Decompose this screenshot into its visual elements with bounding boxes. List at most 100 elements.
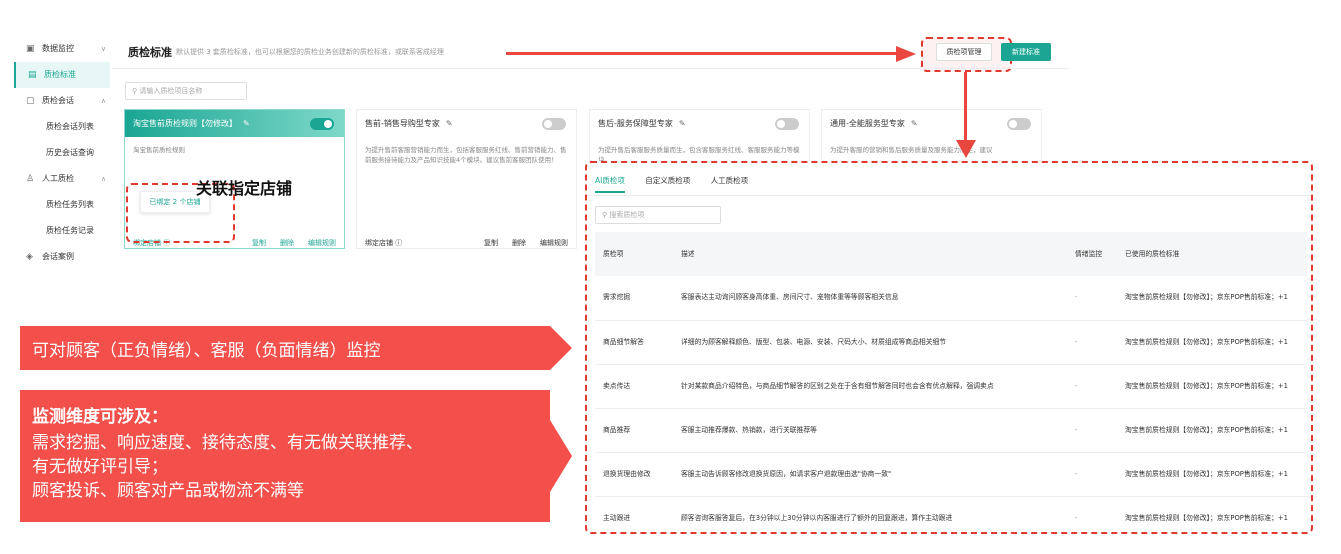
page-subtitle: 默认提供 3 套质检标准，也可以根据您的质检业务创建新的质检标准，或联系客成经理 [176,48,444,56]
tab-divider [587,195,1311,196]
edit-icon[interactable]: ✎ [679,119,686,128]
cell-used: 淘宝售前质检规则【勿修改】；京东POP售前标准；+1 [1125,293,1288,302]
tab-manual-qc[interactable]: 人工质检项 [711,175,749,191]
edit-icon[interactable]: ✎ [911,119,918,128]
enable-toggle[interactable] [1007,118,1031,130]
cell-emotion: - [1075,293,1078,302]
sidebar-item-session-list[interactable]: 质检会话列表 [14,114,110,140]
sidebar-item-history-query[interactable]: 历史会话查询 [14,140,110,166]
annotation-banner-text: 可对顾客（正负情绪）、客服（负面情绪）监控 [32,341,381,361]
edit-icon[interactable]: ✎ [243,119,250,128]
annotation-bind-shop: 关联指定店铺 [196,179,293,198]
user-icon: ♙ [26,174,35,184]
monitor-icon: ▣ [26,44,35,54]
cell-desc: 客服表达主动询问顾客身高体重、房间尺寸、宠物体重等等顾客相关信息 [681,293,899,302]
cell-item: 退换货理由修改 [603,469,651,478]
annotation-banner-heading: 监测维度可涉及： [32,407,168,427]
cell-emotion: - [1075,469,1078,478]
sidebar: ▣ 数据监控 ∨ ▤ 质检标准 ▢ 质检会话 ∧ 质检会话列表 历史会话查询 ♙… [14,36,110,270]
enable-toggle[interactable] [775,118,799,130]
enable-toggle[interactable] [310,118,334,130]
cell-desc: 客服主动推荐爆款、热销款，进行关联推荐等 [681,425,817,434]
cell-item: 需求挖掘 [603,293,631,302]
qc-item-search-input[interactable]: ⚲ 搜索质检项 [595,206,721,224]
enable-toggle[interactable] [542,118,566,130]
annotation-banner-emotion: 可对顾客（正负情绪）、客服（负面情绪）监控 [20,326,572,370]
card-header: 售后-服务保障型专家 ✎ [590,110,809,137]
header-divider [112,68,1068,69]
annotation-banner-line: 顾客投诉、顾客对产品或物流不满等 [32,481,304,501]
sidebar-item-session-cases[interactable]: ◈ 会话案例 [14,244,110,270]
bind-shop-link[interactable]: 绑定店铺 ⓘ [365,238,402,248]
cell-item: 卖点传达 [603,381,631,390]
cell-emotion: - [1075,425,1078,434]
tab-custom-qc[interactable]: 自定义质检项 [645,175,690,191]
cell-used: 淘宝售前质检规则【勿修改】；京东POP售前标准；+1 [1125,425,1288,434]
column-header: 描述 [681,249,695,258]
tab-ai-qc[interactable]: AI质检项 [595,175,625,193]
sidebar-item-task-record[interactable]: 质检任务记录 [14,218,110,244]
sidebar-item-data-monitor[interactable]: ▣ 数据监控 ∨ [14,36,110,62]
annotation-banner-dimensions: 监测维度可涉及： 需求挖掘、响应速度、接待态度、有无做关联推荐、 有无做好评引导… [20,390,572,522]
cell-desc: 顾客咨询客服答复后，在3分钟以上30分钟以内客服进行了额外的回复跟进，算作主动跟… [681,513,953,522]
card-actions: 复制 删除 编辑规则 [238,238,336,248]
qc-item-manage-button[interactable]: 质检项管理 [936,43,992,61]
card-header: 售前-销售导购型专家 ✎ [357,110,576,137]
delete-button[interactable]: 删除 [512,239,526,247]
cell-used: 淘宝售前质检规则【勿修改】；京东POP售前标准；+1 [1125,513,1288,522]
cell-item: 商品推荐 [603,425,631,434]
sidebar-item-qc-session[interactable]: ▢ 质检会话 ∧ [14,88,110,114]
table-row[interactable]: 需求挖掘 客服表达主动询问顾客身高体重、房间尺寸、宠物体重等等顾客相关信息 - … [595,276,1307,320]
arrow-down [964,72,967,142]
new-standard-button[interactable]: 新建标准 [1001,43,1051,61]
chevron-up-icon: ∧ [100,175,106,183]
card-header: 淘宝售前质检规则【勿修改】 ✎ [125,110,344,137]
card-header: 通用-全能服务型专家 ✎ [822,110,1041,137]
standard-card[interactable]: 售前-销售导购型专家 ✎ 为提升售前客服营销能力而生，包括客服服务红线、售前营销能… [356,109,577,249]
cell-item: 主动跟进 [603,513,631,522]
table-header-row: 质检项 描述 情绪监控 已使用的质检标准 [595,232,1307,276]
delete-button[interactable]: 删除 [280,239,294,247]
cell-desc: 客服主动告诉顾客修改退换货原因，如请求客户退款理由选"协商一致" [681,469,892,478]
column-header: 情绪监控 [1075,249,1103,258]
edit-icon[interactable]: ✎ [446,119,453,128]
cell-desc: 针对某款商品介绍特色，与商品细节解答的区别之处在于含有细节解答同时也会含有优点解… [681,381,994,390]
page-title: 质检标准 [128,46,172,59]
table-row[interactable]: 商品推荐 客服主动推荐爆款、热销款，进行关联推荐等 - 淘宝售前质检规则【勿修改… [595,408,1307,452]
sidebar-item-task-list[interactable]: 质检任务列表 [14,192,110,218]
edit-rule-button[interactable]: 编辑规则 [308,239,336,247]
cell-desc: 详细的为顾客解释颜色、版型、包装、电源、安装、尺码大小、材质组成等商品相关细节 [681,337,947,346]
table-row[interactable]: 退换货理由修改 客服主动告诉顾客修改退换货原因，如请求客户退款理由选"协商一致"… [595,452,1307,496]
sidebar-item-manual-qc[interactable]: ♙ 人工质检 ∧ [14,166,110,192]
chat-icon: ▢ [26,96,35,106]
cell-emotion: - [1075,381,1078,390]
qc-item-table: 质检项 描述 情绪监控 已使用的质检标准 需求挖掘 客服表达主动询问顾客身高体重… [595,232,1307,532]
qc-search-input[interactable]: ⚲ 请输入质检项目名称 [125,82,247,100]
card-actions: 复制 删除 编辑规则 [470,238,568,248]
arrow-down-head [956,140,976,158]
annotation-banner-line: 有无做好评引导； [32,457,168,477]
arrow-right-head [896,46,916,62]
layers-icon: ◈ [26,252,33,262]
table-row[interactable]: 商品细节解答 详细的为顾客解释颜色、版型、包装、电源、安装、尺码大小、材质组成等… [595,320,1307,364]
cell-used: 淘宝售前质检规则【勿修改】；京东POP售前标准；+1 [1125,381,1288,390]
copy-button[interactable]: 复制 [252,239,266,247]
arrow-right [506,52,898,55]
cell-used: 淘宝售前质检规则【勿修改】；京东POP售前标准；+1 [1125,337,1288,346]
column-header: 已使用的质检标准 [1125,249,1180,258]
cell-emotion: - [1075,337,1078,346]
info-icon: ⓘ [395,239,403,247]
table-row[interactable]: 卖点传达 针对某款商品介绍特色，与商品细节解答的区别之处在于含有细节解答同时也会… [595,364,1307,408]
panel-tabs: AI质检项 自定义质检项 人工质检项 [595,175,766,193]
chevron-down-icon: ∨ [100,45,106,53]
chevron-up-icon: ∧ [100,97,106,105]
annotation-banner-line: 需求挖掘、响应速度、接待态度、有无做关联推荐、 [32,433,423,453]
table-row[interactable]: 主动跟进 顾客咨询客服答复后，在3分钟以上30分钟以内客服进行了额外的回复跟进，… [595,496,1307,532]
cell-used: 淘宝售前质检规则【勿修改】；京东POP售前标准；+1 [1125,469,1288,478]
column-header: 质检项 [603,249,624,258]
document-icon: ▤ [28,70,37,80]
edit-rule-button[interactable]: 编辑规则 [540,239,568,247]
sidebar-item-qc-standard[interactable]: ▤ 质检标准 [14,62,110,88]
qc-item-panel: AI质检项 自定义质检项 人工质检项 ⚲ 搜索质检项 质检项 描述 情绪监控 已… [585,161,1313,534]
copy-button[interactable]: 复制 [484,239,498,247]
